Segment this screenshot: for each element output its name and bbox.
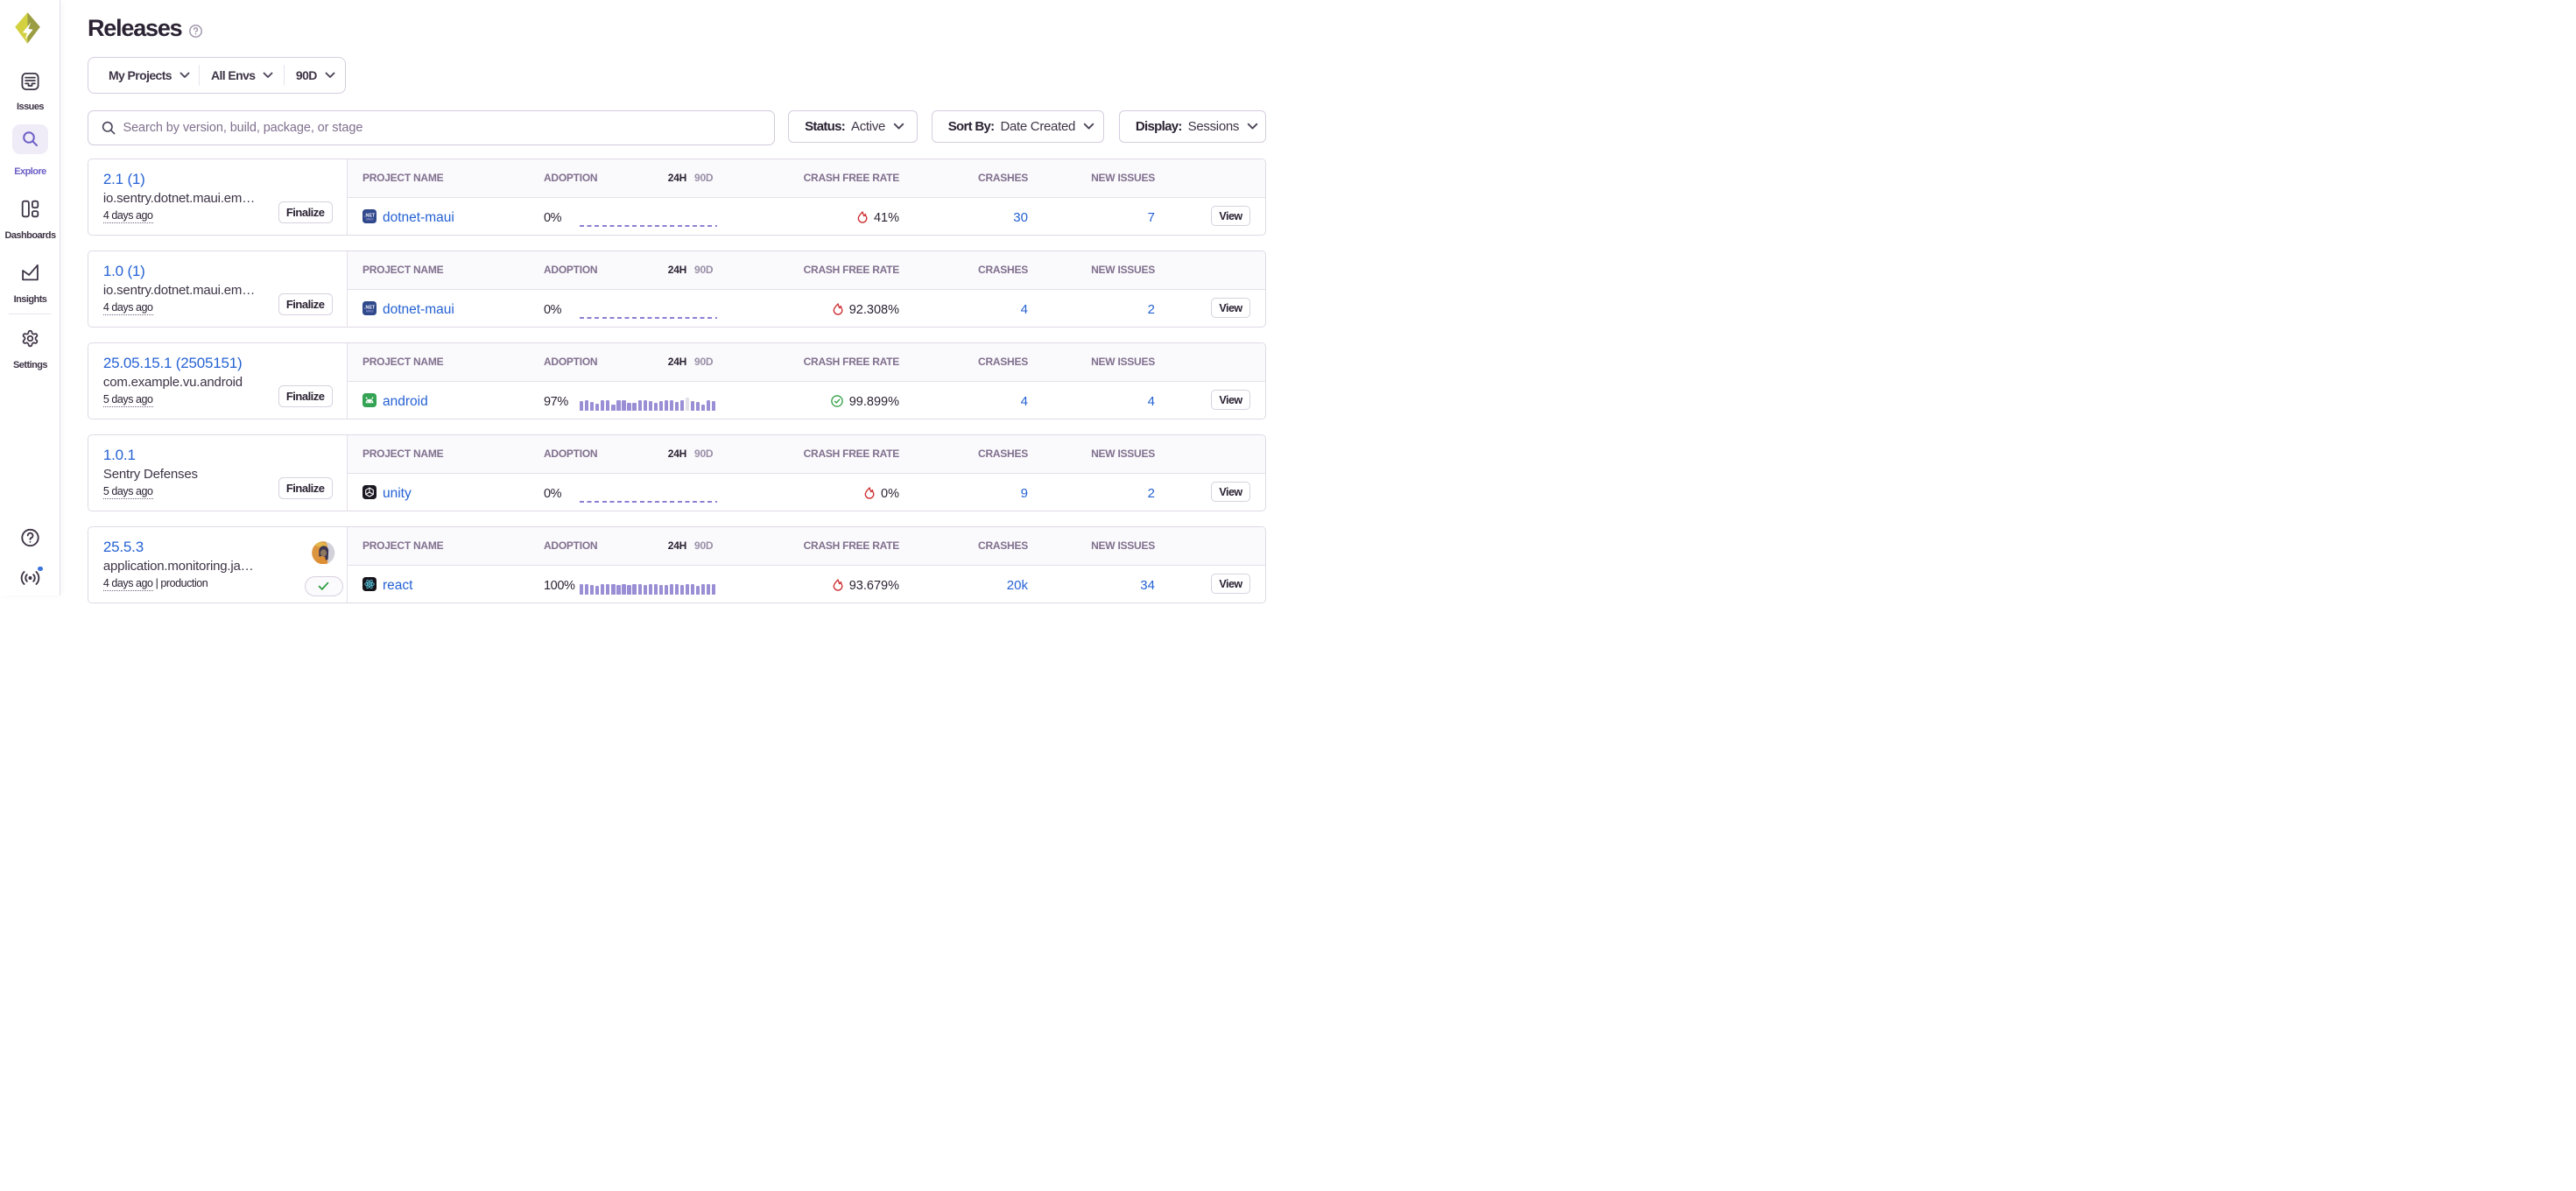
- svg-text:MAUI: MAUI: [366, 309, 374, 313]
- svg-text:MAUI: MAUI: [366, 217, 374, 221]
